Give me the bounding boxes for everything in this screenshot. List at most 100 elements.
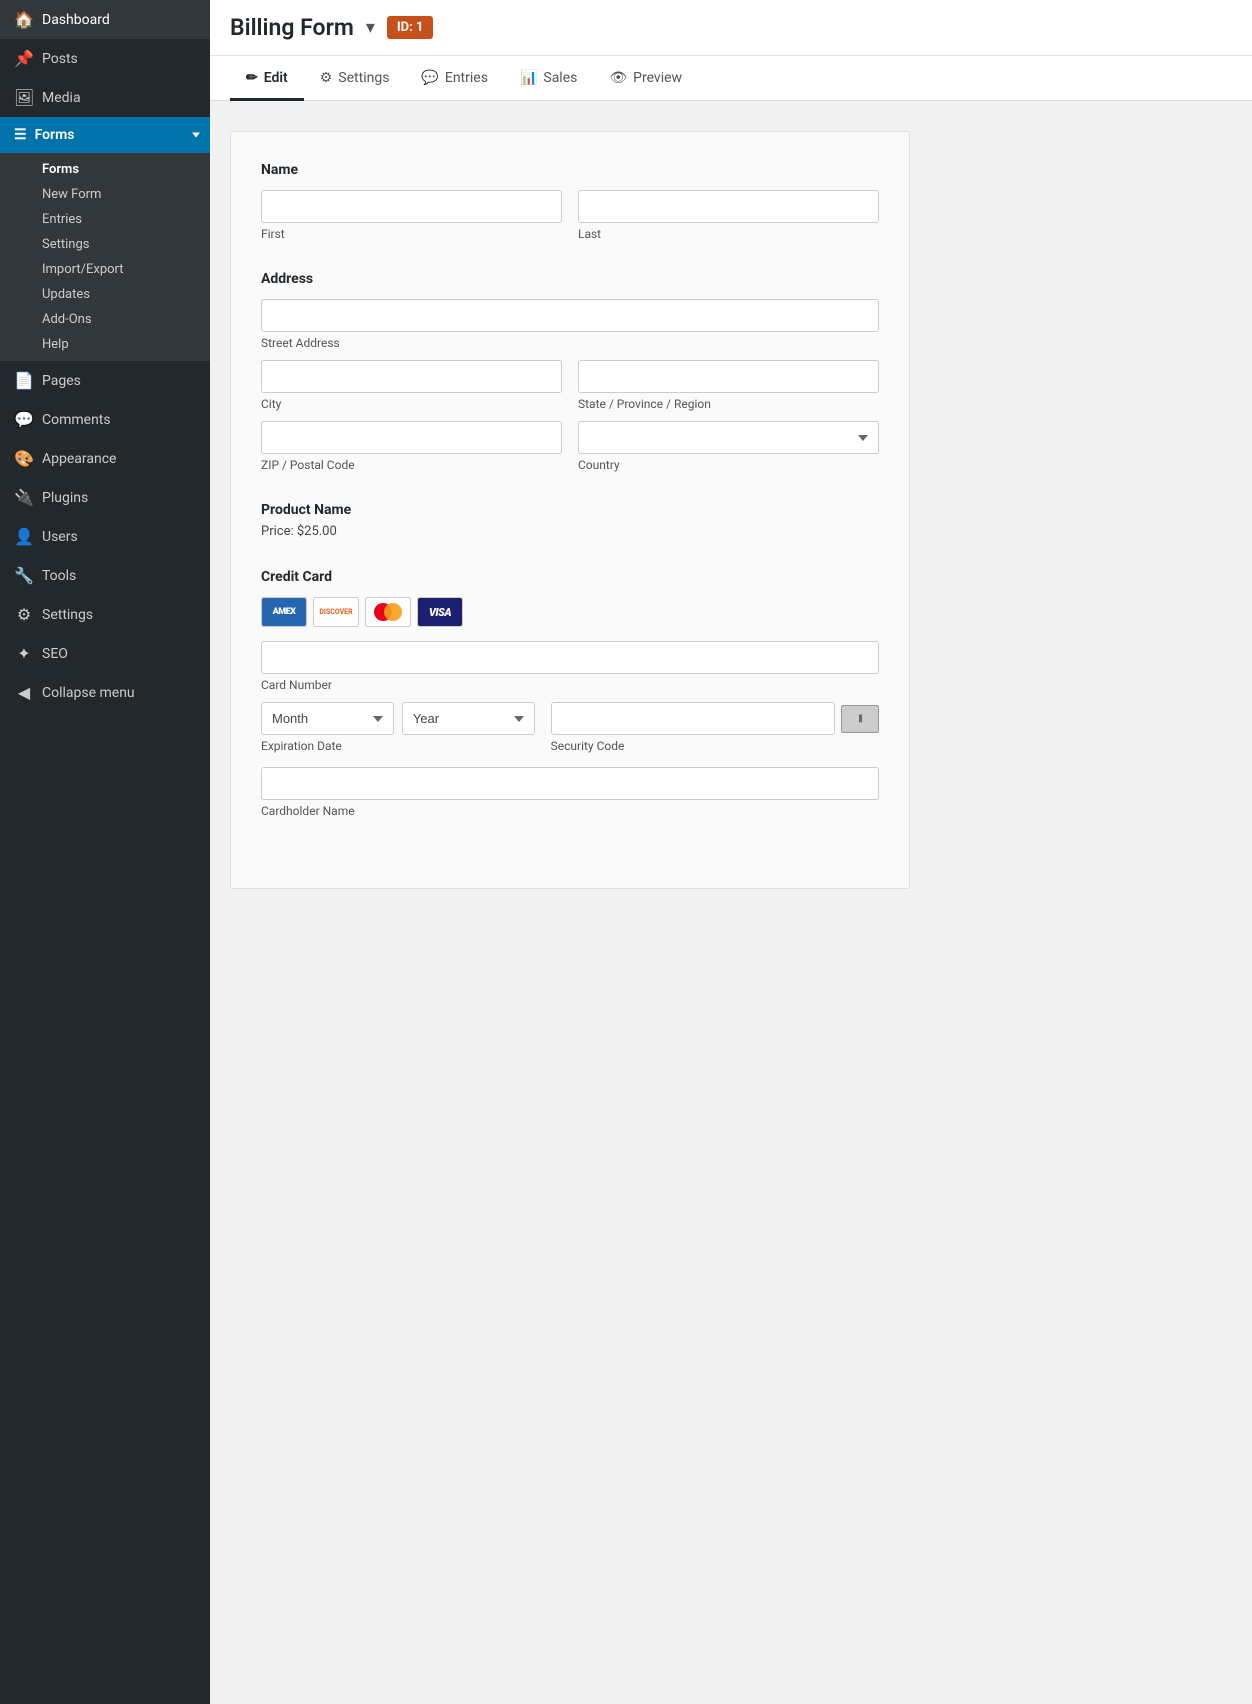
sidebar-item-collapse[interactable]: ◀ Collapse menu <box>0 673 210 712</box>
street-address-input[interactable] <box>261 299 879 332</box>
sidebar-item-forms[interactable]: ☰ Forms <box>0 117 210 153</box>
submenu-item-forms[interactable]: Forms <box>32 157 210 182</box>
sidebar-item-posts[interactable]: 📌 Posts <box>0 39 210 78</box>
pages-icon: 📄 <box>14 371 34 390</box>
form-card: Name First Last Address Stre <box>230 131 910 889</box>
first-name-col: First <box>261 190 562 241</box>
tab-edit[interactable]: ✏ Edit <box>230 56 304 101</box>
mc-circles <box>374 603 402 621</box>
appearance-icon: 🎨 <box>14 449 34 468</box>
dashboard-icon: 🏠 <box>14 10 34 29</box>
address-section-label: Address <box>261 271 879 287</box>
country-label: Country <box>578 458 879 472</box>
sidebar-item-comments[interactable]: 💬 Comments <box>0 400 210 439</box>
security-code-input[interactable] <box>551 702 835 735</box>
zip-label: ZIP / Postal Code <box>261 458 562 472</box>
submenu-item-addons[interactable]: Add-Ons <box>32 307 210 332</box>
sidebar: 🏠 Dashboard 📌 Posts 🖼 Media ☰ Forms Form… <box>0 0 210 1704</box>
card-number-label: Card Number <box>261 678 879 692</box>
name-section: Name First Last <box>261 162 879 241</box>
submenu-item-new-form[interactable]: New Form <box>32 182 210 207</box>
address-section: Address Street Address City State / Prov… <box>261 271 879 472</box>
cardholder-label: Cardholder Name <box>261 804 879 818</box>
cc-logos: AMEX DISCOVER VISA <box>261 597 879 627</box>
page-title: Billing Form <box>230 14 354 41</box>
state-col: State / Province / Region <box>578 360 879 411</box>
sidebar-item-users[interactable]: 👤 Users <box>0 517 210 556</box>
expiry-label: Expiration Date <box>261 739 535 753</box>
city-label: City <box>261 397 562 411</box>
submenu-item-entries[interactable]: Entries <box>32 207 210 232</box>
card-number-input[interactable] <box>261 641 879 674</box>
sidebar-item-seo[interactable]: ✦ SEO <box>0 634 210 673</box>
country-col: Country <box>578 421 879 472</box>
city-state-row: City State / Province / Region <box>261 360 879 411</box>
cc-section-label: Credit Card <box>261 569 879 585</box>
tab-preview[interactable]: 👁 Preview <box>593 56 698 101</box>
submenu-item-help[interactable]: Help <box>32 332 210 357</box>
title-dropdown-icon[interactable]: ▾ <box>366 17 375 38</box>
sidebar-item-tools[interactable]: 🔧 Tools <box>0 556 210 595</box>
zip-input[interactable] <box>261 421 562 454</box>
product-price: Price: $25.00 <box>261 524 879 539</box>
state-label: State / Province / Region <box>578 397 879 411</box>
last-name-input[interactable] <box>578 190 879 223</box>
cardholder-name-input[interactable] <box>261 767 879 800</box>
form-area: Name First Last Address Stre <box>210 101 1252 1704</box>
discover-logo: DISCOVER <box>313 597 359 627</box>
visa-logo: VISA <box>417 597 463 627</box>
settings-icon: ⚙ <box>14 605 34 624</box>
users-icon: 👤 <box>14 527 34 546</box>
edit-tab-icon: ✏ <box>246 70 258 86</box>
settings-tab-icon: ⚙ <box>320 70 333 86</box>
sidebar-item-plugins[interactable]: 🔌 Plugins <box>0 478 210 517</box>
first-name-label: First <box>261 227 562 241</box>
zip-col: ZIP / Postal Code <box>261 421 562 472</box>
amex-logo: AMEX <box>261 597 307 627</box>
country-select[interactable] <box>578 421 879 454</box>
expiry-col: Month JanuaryFebruaryMarch AprilMayJune … <box>261 702 535 753</box>
seo-icon: ✦ <box>14 644 34 663</box>
sidebar-item-media[interactable]: 🖼 Media <box>0 78 210 117</box>
tab-entries[interactable]: 💬 Entries <box>405 56 504 101</box>
zip-country-row: ZIP / Postal Code Country <box>261 421 879 472</box>
year-select[interactable]: Year 2024202520262027 202820292030 <box>402 702 535 735</box>
sidebar-item-appearance[interactable]: 🎨 Appearance <box>0 439 210 478</box>
sidebar-item-settings[interactable]: ⚙ Settings <box>0 595 210 634</box>
comments-icon: 💬 <box>14 410 34 429</box>
expiry-security-row: Month JanuaryFebruaryMarch AprilMayJune … <box>261 702 879 753</box>
sidebar-item-dashboard[interactable]: 🏠 Dashboard <box>0 0 210 39</box>
street-address-row: Street Address <box>261 299 879 350</box>
submenu-item-import[interactable]: Import/Export <box>32 257 210 282</box>
tab-sales[interactable]: 📊 Sales <box>504 56 593 101</box>
credit-card-section: Credit Card AMEX DISCOVER <box>261 569 879 818</box>
main-content: Billing Form ▾ ID: 1 ✏ Edit ⚙ Settings 💬… <box>210 0 1252 1704</box>
expiry-dropdowns: Month JanuaryFebruaryMarch AprilMayJune … <box>261 702 535 735</box>
security-wrapper <box>551 702 879 735</box>
plugins-icon: 🔌 <box>14 488 34 507</box>
tools-icon: 🔧 <box>14 566 34 585</box>
state-input[interactable] <box>578 360 879 393</box>
product-section: Product Name Price: $25.00 <box>261 502 879 539</box>
card-number-row: Card Number <box>261 641 879 692</box>
year-wrapper: Year 2024202520262027 202820292030 <box>402 702 535 735</box>
submenu-item-settings[interactable]: Settings <box>32 232 210 257</box>
first-name-input[interactable] <box>261 190 562 223</box>
city-input[interactable] <box>261 360 562 393</box>
submenu-item-updates[interactable]: Updates <box>32 282 210 307</box>
sidebar-item-pages[interactable]: 📄 Pages <box>0 361 210 400</box>
preview-tab-icon: 👁 <box>609 70 627 86</box>
city-col: City <box>261 360 562 411</box>
name-section-label: Name <box>261 162 879 178</box>
month-select[interactable]: Month JanuaryFebruaryMarch AprilMayJune … <box>261 702 394 735</box>
street-label: Street Address <box>261 336 879 350</box>
posts-icon: 📌 <box>14 49 34 68</box>
month-wrapper: Month JanuaryFebruaryMarch AprilMayJune … <box>261 702 394 735</box>
entries-tab-icon: 💬 <box>421 70 438 86</box>
tab-settings[interactable]: ⚙ Settings <box>304 56 406 101</box>
name-fields-row: First Last <box>261 190 879 241</box>
media-icon: 🖼 <box>14 88 34 107</box>
tab-bar: ✏ Edit ⚙ Settings 💬 Entries 📊 Sales 👁 Pr… <box>210 56 1252 101</box>
cardholder-row: Cardholder Name <box>261 767 879 818</box>
forms-submenu: Forms New Form Entries Settings Import/E… <box>0 153 210 361</box>
